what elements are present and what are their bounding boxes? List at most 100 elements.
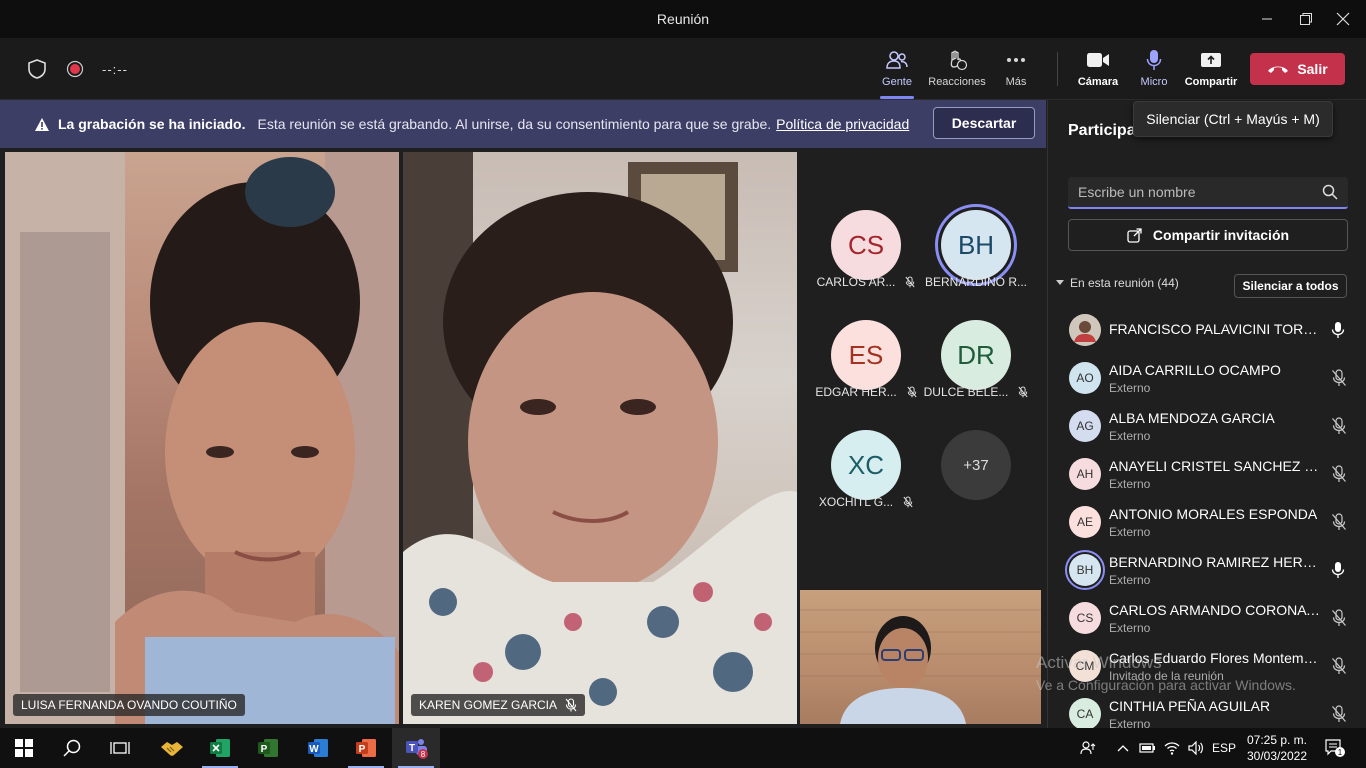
people-tray-button[interactable] <box>1078 728 1098 768</box>
reactions-icon <box>950 50 968 71</box>
show-hidden-icons-button[interactable] <box>1114 728 1132 768</box>
tile-xochitl[interactable]: XC XOCHITL G... <box>811 408 921 518</box>
taskbar-app-project[interactable]: P <box>244 728 292 768</box>
more-participants-count: +37 <box>941 430 1011 500</box>
mic-off-icon <box>905 276 915 288</box>
network-tray-button[interactable] <box>1162 728 1182 768</box>
privacy-policy-link[interactable]: Política de privacidad <box>776 116 909 132</box>
taskbar-app-word[interactable]: W <box>294 728 342 768</box>
start-button[interactable] <box>0 728 48 768</box>
in-meeting-section-toggle[interactable]: En esta reunión (44) <box>1056 276 1179 290</box>
more-options-button[interactable]: Más <box>1003 48 1029 94</box>
participant-tiles: CS CARLOS AR... BH BERNARDINO R... ES ED… <box>800 148 1046 588</box>
mic-muted-indicator <box>1331 465 1347 488</box>
recording-banner: La grabación se ha iniciado. Esta reunió… <box>0 100 1046 148</box>
taskbar-app-powerpoint[interactable]: P <box>342 728 390 768</box>
participant-row[interactable]: AG ALBA MENDOZA GARCIA Externo <box>1048 402 1366 450</box>
banner-message: Esta reunión se está grabando. Al unirse… <box>257 116 772 132</box>
participant-name: FRANCISCO PALAVICINI TORRES <box>1109 321 1321 337</box>
input-language-button[interactable]: ESP <box>1212 728 1236 768</box>
handshake-icon <box>161 742 183 756</box>
excel-icon <box>210 739 230 757</box>
microphone-icon <box>1331 322 1345 338</box>
share-icon <box>1127 228 1142 243</box>
participant-video <box>5 152 399 724</box>
taskbar-app-teams[interactable]: T8 <box>392 728 440 768</box>
participant-row[interactable]: AH ANAYELI CRISTEL SANCHEZ HER... Externo <box>1048 450 1366 498</box>
video-tile-karen[interactable]: KAREN GOMEZ GARCIA <box>403 152 797 724</box>
dismiss-banner-button[interactable]: Descartar <box>933 107 1035 139</box>
volume-tray-button[interactable] <box>1186 728 1206 768</box>
participant-row[interactable]: CM Carlos Eduardo Flores Montema... Invita… <box>1048 642 1366 690</box>
project-icon: P <box>258 739 278 757</box>
task-view-button[interactable] <box>96 728 144 768</box>
tile-carlos[interactable]: CS CARLOS AR... <box>811 188 921 298</box>
participant-row[interactable]: BH BERNARDINO RAMIREZ HERN... Externo <box>1048 546 1366 594</box>
share-invite-label: Compartir invitación <box>1152 227 1290 243</box>
wifi-icon <box>1164 742 1180 755</box>
leave-button[interactable]: Salir <box>1250 53 1345 85</box>
mic-off-icon <box>1332 657 1346 674</box>
svg-text:P: P <box>359 744 366 755</box>
avatar: AO <box>1069 362 1101 394</box>
participant-name: CARLOS ARMANDO CORONA S... <box>1109 602 1321 618</box>
self-view-video[interactable] <box>800 590 1041 724</box>
participant-name: LUISA FERNANDA OVANDO COUTIÑO <box>21 698 237 712</box>
svg-text:P: P <box>261 744 268 755</box>
more-label: Más <box>1005 76 1027 88</box>
participant-video <box>800 609 1041 724</box>
battery-tray-button[interactable] <box>1138 728 1158 768</box>
tile-edgar[interactable]: ES EDGAR HER... <box>811 298 921 408</box>
mute-all-button[interactable]: Silenciar a todos <box>1234 274 1347 298</box>
banner-title: La grabación se ha iniciado. <box>58 116 246 132</box>
tile-label: BERNARDINO R... <box>921 275 1031 289</box>
recording-icon <box>66 60 84 78</box>
participant-search-input[interactable]: Escribe un nombre <box>1068 177 1348 209</box>
tile-dulce[interactable]: DR DULCE BELE... <box>921 298 1031 408</box>
taskbar-app-handshake[interactable] <box>148 728 196 768</box>
avatar: CS <box>831 210 901 280</box>
notifications-button[interactable]: 1 <box>1320 728 1350 768</box>
participant-row[interactable]: AO AIDA CARRILLO OCAMPO Externo <box>1048 354 1366 402</box>
mic-button[interactable]: Micro <box>1138 48 1170 94</box>
mic-muted-indicator <box>1331 609 1347 632</box>
teams-icon: T8 <box>406 739 428 759</box>
more-icon <box>1007 58 1025 62</box>
people-button[interactable]: Gente <box>880 48 914 99</box>
taskbar-app-excel[interactable] <box>196 728 244 768</box>
tile-name: CARLOS AR... <box>816 275 896 289</box>
mic-off-icon <box>907 386 917 398</box>
more-participants-tile[interactable]: +37 <box>921 430 1031 540</box>
microphone-icon <box>1146 50 1162 70</box>
participant-row[interactable]: AE ANTONIO MORALES ESPONDA Externo <box>1048 498 1366 546</box>
tile-bernardino[interactable]: BH BERNARDINO R... <box>921 188 1031 298</box>
video-tile-luisa[interactable]: LUISA FERNANDA OVANDO COUTIÑO <box>5 152 399 724</box>
close-window-button[interactable] <box>1320 0 1366 38</box>
participant-role: Externo <box>1109 573 1151 587</box>
close-icon <box>1336 12 1350 26</box>
chevron-up-icon <box>1117 745 1129 752</box>
reactions-button[interactable]: Reacciones <box>928 48 986 94</box>
participant-row[interactable]: CS CARLOS ARMANDO CORONA S... Externo <box>1048 594 1366 642</box>
windows-taskbar: P W P T8 ESP 07:25 p. m. 30/03/2022 1 <box>0 728 1366 768</box>
tile-name: DULCE BELE... <box>923 385 1009 399</box>
windows-logo-icon <box>15 739 33 757</box>
participant-name: Carlos Eduardo Flores Montema... <box>1109 650 1321 666</box>
search-icon <box>63 739 81 757</box>
shield-icon[interactable] <box>26 58 48 80</box>
participant-role: Invitado de la reunión <box>1109 669 1224 683</box>
participant-row[interactable]: FRANCISCO PALAVICINI TORRES <box>1048 306 1366 354</box>
camera-button[interactable]: Cámara <box>1077 48 1119 94</box>
share-invite-button[interactable]: Compartir invitación <box>1068 219 1348 251</box>
mic-muted-indicator <box>1331 705 1347 728</box>
tile-label: DULCE BELE... <box>921 385 1031 399</box>
search-taskbar-button[interactable] <box>48 728 96 768</box>
share-label: Compartir <box>1184 76 1238 88</box>
avatar: ES <box>831 320 901 390</box>
mic-muted-indicator <box>1331 657 1347 680</box>
tile-label: CARLOS AR... <box>811 275 921 289</box>
avatar: CS <box>1069 602 1101 634</box>
participant-name: KAREN GOMEZ GARCIA <box>419 698 558 712</box>
taskbar-clock[interactable]: 07:25 p. m. 30/03/2022 <box>1242 732 1312 764</box>
share-button[interactable]: Compartir <box>1185 48 1237 94</box>
